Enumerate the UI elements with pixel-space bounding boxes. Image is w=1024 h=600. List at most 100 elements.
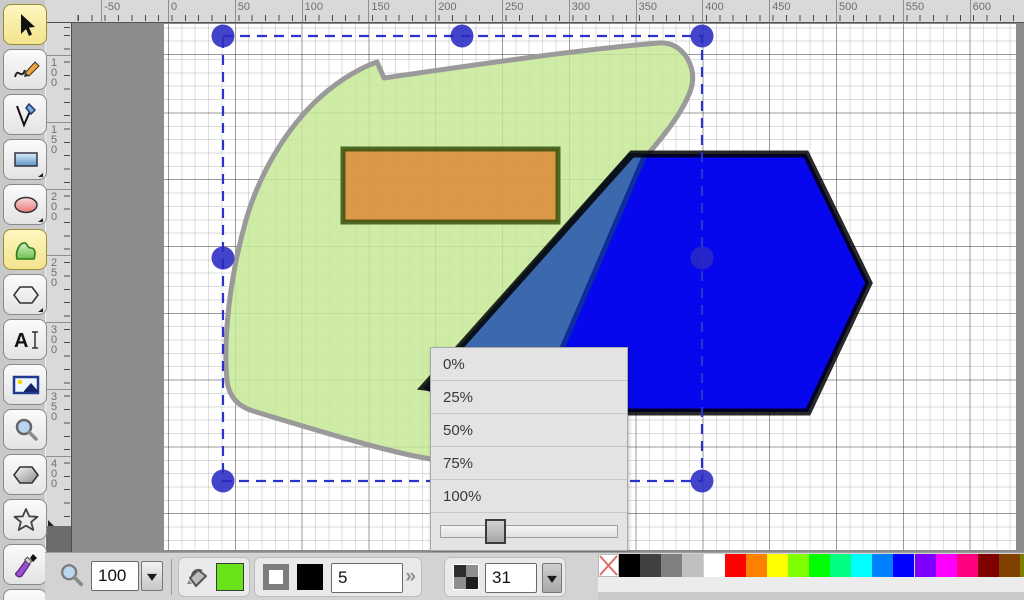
palette-swatch[interactable] <box>809 554 830 577</box>
ruler-label: 450 <box>772 1 791 13</box>
current-fill-swatch[interactable] <box>216 563 244 591</box>
zoom-magnifier-icon <box>61 564 84 587</box>
vertical-ruler-ticks <box>64 23 70 552</box>
ruler-major-tick <box>502 0 503 22</box>
pen-nib-icon <box>16 102 37 128</box>
ruler-major-tick <box>902 0 904 22</box>
palette-swatch[interactable] <box>851 554 873 577</box>
gradient-checker-icon[interactable] <box>453 564 479 590</box>
palette-swatch[interactable] <box>1020 554 1024 577</box>
palette-swatch[interactable] <box>830 554 852 577</box>
ruler-label: 0 <box>171 1 178 13</box>
palette-swatch[interactable] <box>619 554 641 577</box>
blob-tool-button[interactable] <box>3 229 47 270</box>
pencil-scribble-icon <box>14 61 40 78</box>
freehand-tool-button[interactable] <box>3 49 47 90</box>
red-x-icon <box>599 555 618 576</box>
shape-tool-button[interactable] <box>3 454 47 495</box>
status-toolbar: » <box>45 552 1024 600</box>
zoom-dropdown-button[interactable] <box>141 561 163 591</box>
more-options-chevron[interactable]: » <box>405 566 416 588</box>
opacity-value-input[interactable] <box>485 563 537 593</box>
tool-palette: A <box>0 0 47 600</box>
palette-bottom-strip <box>598 592 1024 600</box>
ruler-major-tick <box>46 255 71 257</box>
ruler-major-tick <box>46 389 71 390</box>
stroke-width-input[interactable] <box>331 563 403 593</box>
cursor-arrow-icon <box>21 14 35 36</box>
zoom-level-input[interactable] <box>91 561 139 591</box>
stroke-group: » <box>254 557 422 597</box>
palette-swatch[interactable] <box>977 554 999 577</box>
opacity-group <box>444 557 566 597</box>
palette-swatch[interactable] <box>724 554 746 577</box>
ruler-major-tick <box>568 0 570 22</box>
ruler-label: 600 <box>972 1 991 13</box>
palette-swatch[interactable] <box>787 554 809 577</box>
opacity-slider-row <box>431 513 627 550</box>
star-tool-button[interactable] <box>3 499 47 540</box>
opacity-menu-item-75[interactable]: 75% <box>431 447 627 480</box>
opacity-slider-thumb[interactable] <box>484 519 506 544</box>
palette-swatch[interactable] <box>745 554 767 577</box>
ruler-label: 400 <box>705 1 724 13</box>
ruler-corner <box>45 0 72 23</box>
opacity-slider-track[interactable] <box>440 525 618 538</box>
ruler-label: 50 <box>237 1 251 13</box>
no-color-swatch[interactable] <box>598 554 619 577</box>
opacity-menu-item-25[interactable]: 25% <box>431 381 627 414</box>
palette-swatch[interactable] <box>893 554 915 577</box>
paint-bucket-icon[interactable] <box>183 564 211 592</box>
ellipse-icon <box>14 196 38 214</box>
eyedropper-tool-button[interactable] <box>3 544 47 585</box>
opacity-dropdown-button[interactable] <box>542 563 562 593</box>
ruler-label: 250 <box>505 1 524 13</box>
palette-swatch[interactable] <box>914 554 936 577</box>
picture-icon <box>12 375 40 395</box>
ruler-label: 500 <box>839 1 858 13</box>
pen-tool-button[interactable] <box>3 94 47 135</box>
ruler-label: 300 <box>51 324 58 357</box>
palette-swatch[interactable] <box>661 554 683 577</box>
polygon-tool-button[interactable] <box>3 274 47 315</box>
palette-swatch[interactable] <box>682 554 704 577</box>
ruler-label: 150 <box>371 1 390 13</box>
partial-tool-button[interactable] <box>3 589 47 600</box>
palette-swatch[interactable] <box>872 554 894 577</box>
ellipse-tool-button[interactable] <box>3 184 47 225</box>
text-icon: A <box>14 330 38 352</box>
vertical-ruler: 100 150 200 250 300 350 400 <box>45 23 72 552</box>
select-tool-button[interactable] <box>3 4 47 45</box>
ruler-major-tick <box>435 0 437 22</box>
ruler-major-tick <box>368 0 370 22</box>
opacity-menu-item-100[interactable]: 100% <box>431 480 627 513</box>
zoom-tool-button[interactable] <box>3 409 47 450</box>
text-tool-button[interactable]: A <box>3 319 47 360</box>
palette-swatch[interactable] <box>935 554 957 577</box>
ruler-major-tick <box>46 322 71 324</box>
hexagon-filled-icon <box>13 466 39 484</box>
ruler-label: 350 <box>51 391 58 423</box>
image-tool-button[interactable] <box>3 364 47 405</box>
stroke-style-swatch[interactable] <box>263 564 289 590</box>
stroke-color-swatch[interactable] <box>297 564 323 590</box>
palette-swatch[interactable] <box>703 554 725 577</box>
palette-swatch[interactable] <box>956 554 978 577</box>
ruler-end-block <box>46 520 71 552</box>
palette-swatch[interactable] <box>998 554 1020 577</box>
ruler-major-tick <box>46 121 71 123</box>
ruler-label: 100 <box>51 57 58 89</box>
ruler-label: 200 <box>438 1 457 13</box>
ruler-label: 250 <box>51 257 58 290</box>
ruler-label: 550 <box>905 1 925 13</box>
opacity-menu-item-0[interactable]: 0% <box>431 348 627 381</box>
palette-swatch[interactable] <box>640 554 662 577</box>
opacity-menu-item-50[interactable]: 50% <box>431 414 627 447</box>
palette-swatch[interactable] <box>766 554 788 577</box>
submenu-corner-arrow <box>38 304 43 312</box>
ruler-label: 200 <box>51 190 58 223</box>
ruler-major-tick <box>702 0 704 22</box>
star-icon <box>13 508 39 531</box>
horizontal-ruler-ticks <box>75 15 1024 21</box>
rectangle-tool-button[interactable] <box>3 139 47 180</box>
